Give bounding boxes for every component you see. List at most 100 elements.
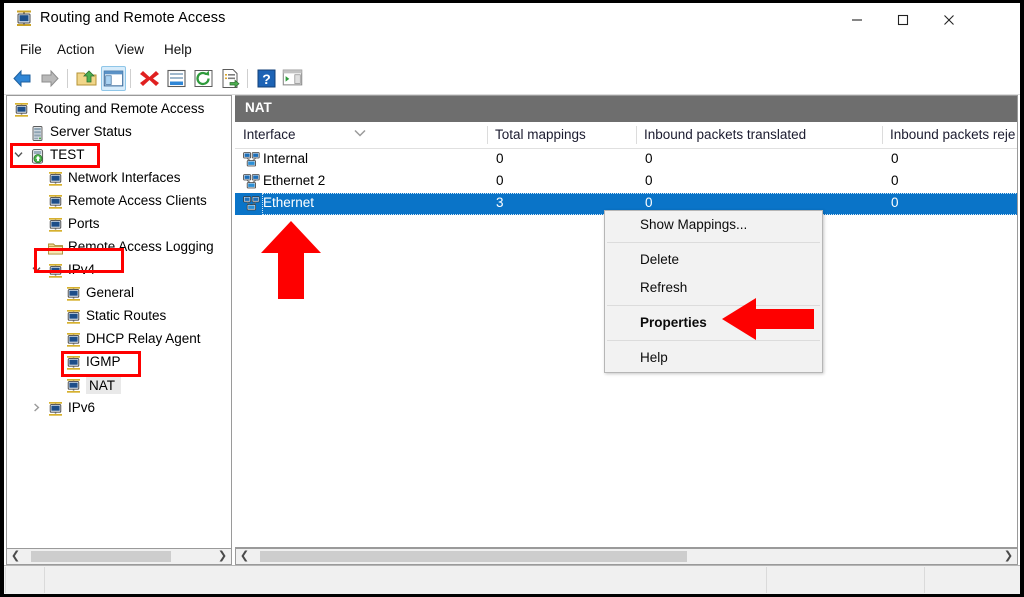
context-menu-item-help[interactable]: Help (605, 344, 822, 372)
listview-cell-interface: Ethernet (263, 195, 315, 210)
scroll-left-icon[interactable]: ❮ (236, 549, 253, 564)
column-divider[interactable] (636, 126, 637, 144)
node-icon (65, 286, 82, 303)
tree-horizontal-scrollbar[interactable]: ❮ ❯ (6, 548, 232, 565)
tree-node-server-status[interactable]: Server Status (7, 122, 231, 145)
show-hide-tree-icon[interactable] (101, 66, 126, 91)
listview-column-header[interactable]: Inbound packets translated (636, 122, 882, 148)
scroll-left-icon[interactable]: ❮ (7, 549, 24, 564)
back-icon[interactable] (10, 66, 35, 91)
context-menu-separator (607, 242, 820, 243)
forward-icon[interactable] (37, 66, 62, 91)
refresh-icon[interactable] (191, 66, 216, 91)
scroll-right-icon[interactable]: ❯ (1000, 549, 1017, 564)
server-online-icon (29, 148, 46, 165)
column-divider[interactable] (487, 126, 488, 144)
listview-row[interactable]: Internal 0 0 0 (235, 149, 1017, 171)
tree-node-remote-access-clients[interactable]: Remote Access Clients (7, 191, 231, 214)
listview-cell-inbound-translated: 0 (645, 151, 653, 166)
sort-ascending-icon (353, 122, 367, 148)
tree-node-label: TEST (50, 147, 85, 162)
maximize-button[interactable] (880, 3, 926, 36)
chevron-right-icon[interactable] (29, 402, 43, 416)
node-icon (47, 171, 64, 188)
menu-help[interactable]: Help (156, 39, 200, 61)
tree-node-label: NAT (86, 377, 121, 394)
help-icon[interactable]: ? (254, 66, 279, 91)
listview-header: Interface Total mappings Inbound packets t… (235, 122, 1017, 149)
listview-cell-total-mappings: 0 (496, 151, 504, 166)
server-status-icon (29, 125, 46, 142)
tree-node-ports[interactable]: Ports (7, 214, 231, 237)
listview-cell-inbound-rejected: 0 (891, 151, 899, 166)
chevron-down-icon[interactable] (11, 149, 25, 163)
column-header-label: Interface (243, 127, 296, 142)
status-divider (924, 567, 925, 593)
tree-node-remote-access-logging[interactable]: Remote Access Logging (7, 237, 231, 260)
toolbar-separator (130, 69, 131, 88)
folder-icon (47, 240, 64, 257)
nat-interface-icon (243, 174, 260, 190)
node-icon (47, 217, 64, 234)
tree-node-label: Routing and Remote Access (34, 101, 205, 116)
context-menu-separator (607, 305, 820, 306)
pane-header: NAT (235, 96, 1017, 122)
nat-interface-icon (243, 196, 260, 212)
tree-node-dhcp-relay-agent[interactable]: DHCP Relay Agent (7, 329, 231, 352)
delete-icon[interactable] (137, 66, 162, 91)
scroll-thumb[interactable] (260, 551, 687, 562)
scroll-right-icon[interactable]: ❯ (214, 549, 231, 564)
tree-node-ipv6[interactable]: IPv6 (7, 398, 231, 421)
context-menu-item-show-mappings[interactable]: Show Mappings... (605, 211, 822, 239)
node-icon (47, 263, 64, 280)
menu-action[interactable]: Action (49, 39, 103, 61)
tree-node-routing-and-remote-access[interactable]: Routing and Remote Access (7, 99, 231, 122)
context-menu-item-refresh[interactable]: Refresh (605, 274, 822, 302)
tree-node-ipv4[interactable]: IPv4 (7, 260, 231, 283)
properties-icon[interactable] (164, 66, 189, 91)
console-tree-pane: Routing and Remote Access Server Status TE… (6, 95, 232, 548)
up-one-level-icon[interactable] (74, 66, 99, 91)
listview-cell-interface: Ethernet 2 (263, 173, 326, 188)
tree-node-label: IPv4 (68, 262, 96, 277)
node-icon (47, 401, 64, 418)
listview-column-header[interactable]: Interface (235, 122, 487, 148)
tree-node-test[interactable]: TEST (7, 145, 231, 168)
listview-column-header[interactable]: Inbound packets reje (882, 122, 1017, 148)
listview-row[interactable]: Ethernet 2 0 0 0 (235, 171, 1017, 193)
chevron-down-icon[interactable] (29, 264, 43, 278)
tree-node-static-routes[interactable]: Static Routes (7, 306, 231, 329)
close-button[interactable] (926, 3, 972, 36)
listview-column-header[interactable]: Total mappings (487, 122, 636, 148)
minimize-button[interactable] (834, 3, 880, 36)
tree-node-label: Remote Access Clients (68, 193, 207, 208)
scroll-thumb[interactable] (31, 551, 171, 562)
listview-cell-inbound-translated: 0 (645, 195, 653, 210)
tree-node-nat[interactable]: NAT (7, 375, 231, 398)
column-header-label: Inbound packets translated (644, 127, 807, 142)
listview-cell-total-mappings: 3 (496, 195, 504, 210)
tree-node-network-interfaces[interactable]: Network Interfaces (7, 168, 231, 191)
tree-node-label: Remote Access Logging (68, 239, 214, 254)
listview-cell-interface: Internal (263, 151, 309, 166)
listview-horizontal-scrollbar[interactable]: ❮ ❯ (235, 548, 1018, 565)
context-menu-item-properties[interactable]: Properties (605, 309, 822, 337)
export-list-icon[interactable] (218, 66, 243, 91)
status-divider (766, 567, 767, 593)
context-menu[interactable]: Show Mappings... Delete Refresh Properties H… (604, 210, 823, 373)
tree-node-label: Network Interfaces (68, 170, 181, 185)
tree-node-general[interactable]: General (7, 283, 231, 306)
rras-server-icon (14, 9, 34, 29)
listview-cell-inbound-rejected: 0 (891, 195, 899, 210)
toolbar-separator (247, 69, 248, 88)
listview-cell-total-mappings: 0 (496, 173, 504, 188)
toolbar: ? (4, 63, 1020, 95)
node-icon (65, 332, 82, 349)
window-title: Routing and Remote Access (40, 10, 226, 26)
context-menu-item-delete[interactable]: Delete (605, 246, 822, 274)
show-hide-action-pane-icon[interactable] (281, 66, 306, 91)
menu-view[interactable]: View (107, 39, 152, 61)
menu-file[interactable]: File (12, 39, 50, 61)
tree-node-igmp[interactable]: IGMP (7, 352, 231, 375)
column-divider[interactable] (882, 126, 883, 144)
